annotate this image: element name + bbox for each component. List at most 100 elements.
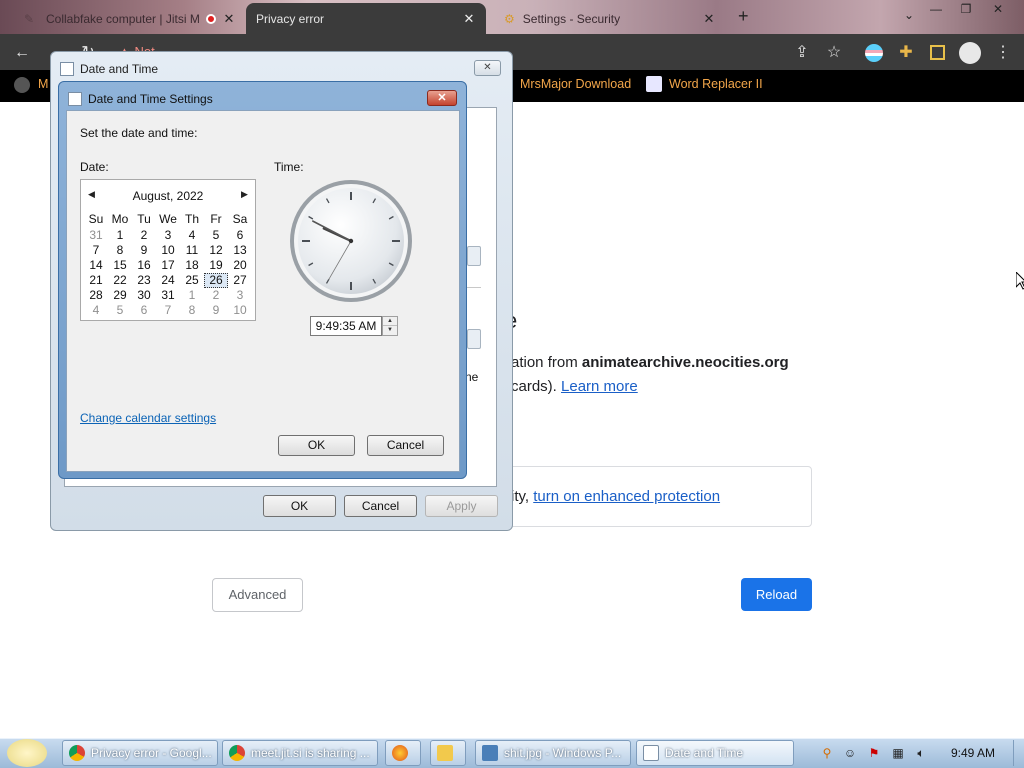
next-month-arrow-icon[interactable]: ▶ [241,189,248,200]
advanced-button[interactable]: Advanced [212,578,303,612]
bookmark-m[interactable]: M [38,77,48,91]
calendar-day[interactable]: 6 [228,228,252,242]
calendar-day[interactable]: 7 [84,243,108,257]
show-desktop-button[interactable] [1013,740,1023,766]
folder-icon [437,745,453,761]
spin-up-icon[interactable]: ▲ [383,317,397,326]
calendar-day[interactable]: 17 [156,258,180,272]
dialog-close-icon[interactable]: ✕ [427,90,457,106]
side-panel-icon[interactable] [930,45,945,60]
time-spinner[interactable]: ▲ ▼ [382,316,398,336]
action-center-icon[interactable]: ⚑ [867,746,881,760]
taskbar-item-firefox[interactable] [385,740,421,766]
calendar-day[interactable]: 19 [204,258,228,272]
back-arrow-icon[interactable]: ← [12,43,32,63]
close-tab-icon[interactable]: ✕ [702,11,716,27]
taskbar-item-explorer[interactable] [430,740,466,766]
dialog-cancel-button[interactable]: Cancel [367,435,444,456]
learn-more-link[interactable]: Learn more [561,378,638,395]
calendar-day[interactable]: 8 [180,303,204,317]
calendar-day[interactable]: 5 [204,228,228,242]
calendar-day[interactable]: 31 [156,288,180,302]
calendar-day[interactable]: 9 [132,243,156,257]
outer-apply-button[interactable]: Apply [425,495,498,517]
close-tab-icon[interactable]: ✕ [222,11,236,27]
change-calendar-settings-link[interactable]: Change calendar settings [80,411,216,425]
bookmark-mrsmajor-download[interactable]: MrsMajor Download [520,77,631,91]
network-icon[interactable]: ▦ [891,746,905,760]
calendar-day[interactable]: 1 [108,228,132,242]
calendar-day[interactable]: 25 [180,273,204,287]
taskbar-item-date-time[interactable]: Date and Time [636,740,794,766]
calendar-day[interactable]: 12 [204,243,228,257]
tab-search-chevron-icon[interactable]: ⌄ [895,6,923,24]
taskbar-item-photo-viewer[interactable]: shit.jpg - Windows P... [475,740,631,766]
tab-privacy-error[interactable]: Privacy error ✕ [246,3,486,34]
calendar-day[interactable]: 8 [108,243,132,257]
outer-cancel-button[interactable]: Cancel [344,495,417,517]
bookmark-star-icon[interactable]: ☆ [824,43,844,63]
calendar-day[interactable]: 9 [204,303,228,317]
calendar-day-selected[interactable]: 26 [204,273,228,288]
calendar-day[interactable]: 28 [84,288,108,302]
hidden-change-button[interactable] [467,329,481,349]
enhanced-protection-link[interactable]: turn on enhanced protection [533,488,720,505]
calendar-day[interactable]: 13 [228,243,252,257]
time-label: Time: [274,160,304,174]
extension-flag-icon[interactable] [865,44,883,62]
bookmark-word-replacer[interactable]: Word Replacer II [669,77,763,91]
close-tab-icon[interactable]: ✕ [462,11,476,27]
time-input[interactable]: 9:49:35 AM [310,316,382,336]
dialog-ok-button[interactable]: OK [278,435,355,456]
calendar-day[interactable]: 1 [180,288,204,302]
calendar-day[interactable]: 2 [132,228,156,242]
calendar-day[interactable]: 14 [84,258,108,272]
taskbar-item-jitsi[interactable]: meet.jit.si is sharing ... [222,740,378,766]
calendar-day[interactable]: 5 [108,303,132,317]
calendar-day[interactable]: 16 [132,258,156,272]
calendar-day[interactable]: 11 [180,243,204,257]
calendar-day[interactable]: 18 [180,258,204,272]
new-tab-icon[interactable]: + [738,6,749,27]
menu-kebab-icon[interactable]: ⋮ [993,43,1013,63]
outer-close-icon[interactable]: ✕ [474,60,501,76]
calendar-day[interactable]: 2 [204,288,228,302]
calendar-day[interactable]: 20 [228,258,252,272]
calendar-day[interactable]: 29 [108,288,132,302]
hidden-change-button[interactable] [467,246,481,266]
taskbar-item-privacy-error[interactable]: Privacy error - Googl... [62,740,218,766]
calendar-day[interactable]: 24 [156,273,180,287]
tab-settings[interactable]: ⚙ Settings - Security ✕ [494,3,726,34]
calendar-day[interactable]: 4 [180,228,204,242]
volume-icon[interactable]: 🔈︎ [914,746,928,760]
close-window-icon[interactable]: ✕ [984,0,1012,18]
calendar-day[interactable]: 7 [156,303,180,317]
reload-button[interactable]: Reload [741,578,812,611]
calendar-day[interactable]: 4 [84,303,108,317]
calendar-day[interactable]: 23 [132,273,156,287]
minimize-icon[interactable]: — [922,0,950,18]
calendar-day[interactable]: 30 [132,288,156,302]
extensions-puzzle-icon[interactable]: ✚ [896,43,916,63]
calendar-day[interactable]: 10 [228,303,252,317]
calendar-day[interactable]: 27 [228,273,252,287]
calendar-day[interactable]: 3 [228,288,252,302]
profile-avatar-icon[interactable] [959,42,981,64]
taskbar-clock[interactable]: 9:49 AM [951,746,995,760]
calendar-day[interactable]: 15 [108,258,132,272]
outer-ok-button[interactable]: OK [263,495,336,517]
calendar-day[interactable]: 21 [84,273,108,287]
share-icon[interactable]: ⇪ [792,43,812,63]
search-tray-icon[interactable]: ⚲ [820,746,834,760]
calendar-day[interactable]: 22 [108,273,132,287]
calendar-month-header[interactable]: August, 2022 [81,189,255,203]
calendar-day[interactable]: 6 [132,303,156,317]
calendar-day[interactable]: 10 [156,243,180,257]
restore-icon[interactable]: ❐ [952,0,980,18]
spin-down-icon[interactable]: ▼ [383,326,397,335]
tab-jitsi[interactable]: ✎ Collabfake computer | Jitsi M ✕ [14,3,246,34]
calendar-day[interactable]: 31 [84,228,108,242]
smiley-tray-icon[interactable]: ☺ [843,746,857,760]
calendar-day[interactable]: 3 [156,228,180,242]
start-button-icon[interactable] [7,739,47,767]
